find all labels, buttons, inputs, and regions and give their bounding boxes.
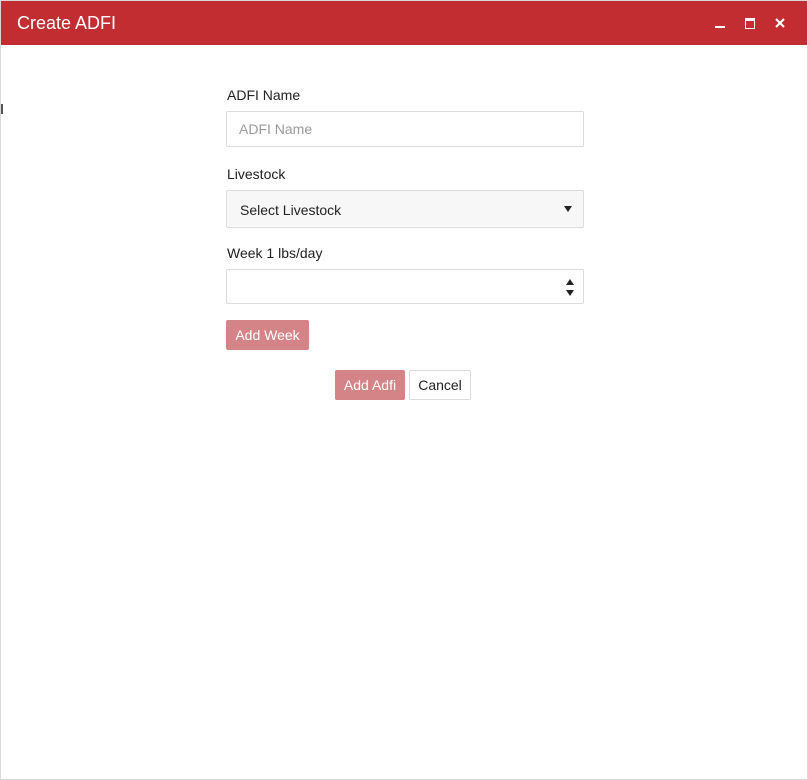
adfi-name-label: ADFI Name (227, 87, 301, 103)
maximize-button[interactable] (740, 13, 760, 33)
livestock-selected-value: Select Livestock (240, 202, 342, 218)
add-adfi-button[interactable]: Add Adfi (335, 370, 405, 400)
week-1-spinner[interactable] (557, 270, 583, 303)
minimize-icon (715, 26, 725, 28)
close-button[interactable] (770, 13, 790, 33)
livestock-label: Livestock (227, 166, 286, 182)
week-1-input[interactable] (226, 269, 584, 304)
add-week-button[interactable]: Add Week (226, 320, 309, 350)
title-bar: Create ADFI (1, 1, 807, 45)
chevron-down-icon (564, 206, 572, 212)
week-1-label: Week 1 lbs/day (227, 245, 323, 261)
dialog-title: Create ADFI (17, 13, 117, 33)
spin-down-icon[interactable] (566, 290, 574, 296)
spin-up-icon[interactable] (566, 279, 574, 285)
cancel-button[interactable]: Cancel (409, 370, 471, 400)
close-icon (775, 18, 785, 28)
create-adfi-dialog: Create ADFI ADFI Name Livestock Select L… (0, 0, 808, 780)
livestock-select[interactable]: Select Livestock (226, 190, 584, 228)
adfi-name-input[interactable] (226, 111, 584, 147)
edge-marker (1, 104, 5, 114)
maximize-icon (745, 17, 755, 29)
minimize-button[interactable] (710, 13, 730, 33)
